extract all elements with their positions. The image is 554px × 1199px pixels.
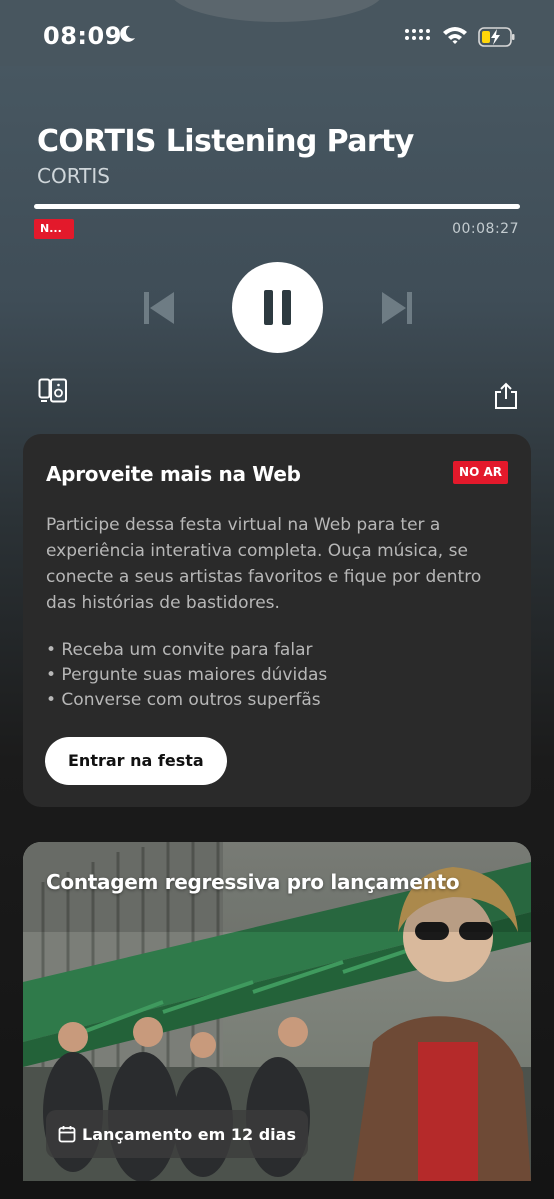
feature-item: • Converse com outros superfãs xyxy=(46,690,321,710)
share-icon xyxy=(495,382,517,409)
status-bar: 08:09 xyxy=(0,0,554,66)
previous-button[interactable] xyxy=(142,291,176,329)
wifi-icon xyxy=(442,25,468,49)
card-description: Participe dessa festa virtual na Web par… xyxy=(46,515,482,613)
join-party-button[interactable]: Entrar na festa xyxy=(45,737,227,785)
card-title: Aproveite mais na Web xyxy=(46,462,301,486)
device-picker-button[interactable] xyxy=(38,378,68,408)
calendar-icon xyxy=(58,1126,76,1143)
device-icon xyxy=(38,378,67,403)
artist-name[interactable]: CORTIS xyxy=(37,164,110,188)
release-countdown-label: Lançamento em 12 dias xyxy=(82,1124,296,1144)
moon-icon xyxy=(117,24,137,48)
battery-icon xyxy=(478,26,516,52)
web-experience-card: Aproveite mais na Web NO AR Participe de… xyxy=(23,434,531,807)
countdown-title: Contagem regressiva pro lançamento xyxy=(46,870,460,894)
signal-icon xyxy=(404,27,434,47)
next-button[interactable] xyxy=(380,291,414,329)
countdown-card[interactable]: Contagem regressiva pro lançamento Lança… xyxy=(23,842,531,1181)
feature-list: • Receba um convite para falar • Pergunt… xyxy=(46,638,327,713)
progress-bar[interactable] xyxy=(34,204,520,209)
artwork-edge xyxy=(170,0,384,22)
share-button[interactable] xyxy=(493,382,519,414)
previous-icon xyxy=(144,292,174,324)
event-title: CORTIS Listening Party xyxy=(37,124,414,159)
pause-button[interactable] xyxy=(232,262,323,353)
feature-item: • Receba um convite para falar xyxy=(46,640,313,660)
release-countdown-pill: Lançamento em 12 dias xyxy=(46,1110,308,1158)
live-badge-mini: N... xyxy=(34,219,74,239)
elapsed-time: 00:08:27 xyxy=(452,221,519,237)
feature-item: • Pergunte suas maiores dúvidas xyxy=(46,665,328,685)
status-time: 08:09 xyxy=(43,22,122,50)
next-icon xyxy=(382,292,412,324)
live-badge: NO AR xyxy=(453,461,508,484)
